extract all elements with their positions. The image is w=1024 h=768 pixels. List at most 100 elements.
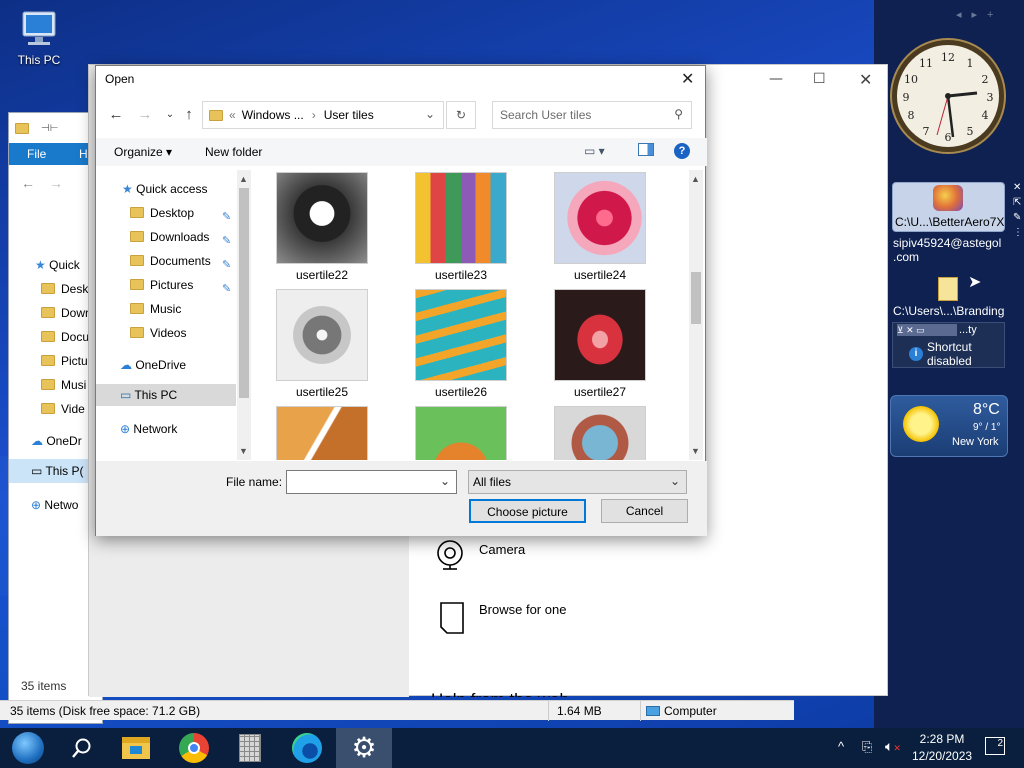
thumbnail-item[interactable]: usertile24 <box>554 172 646 282</box>
thumbnail-item[interactable]: usertile26 <box>415 289 507 399</box>
nav-quick-access[interactable]: ★ Quick access <box>122 178 207 200</box>
help-icon[interactable]: ? <box>674 143 690 159</box>
edge-icon[interactable] <box>287 732 327 764</box>
nav-music[interactable]: Music <box>130 298 181 320</box>
preview-pane-icon[interactable] <box>638 143 654 156</box>
gadget-toolbar-icon: ⊻ ✕ ▭ <box>897 324 957 336</box>
thumbnail-item[interactable]: usertile25 <box>276 289 368 399</box>
status-disk-space: 35 items (Disk free space: 71.2 GB) <box>10 704 201 718</box>
nav-scrollbar[interactable]: ▲ ▼ <box>237 170 251 460</box>
nav-onedrive[interactable]: ☁ OneDrive <box>120 354 186 376</box>
weather-gadget[interactable]: 8°C 9° / 1° New York <box>890 395 1008 457</box>
thumbnail-item[interactable] <box>415 406 507 460</box>
nav-desktop[interactable]: Desktop ✎ <box>130 202 231 224</box>
explorer-nav-documents[interactable]: Docu <box>41 330 89 344</box>
thumbnail-label: usertile25 <box>295 385 349 399</box>
search-input[interactable]: Search User tiles ⚲ <box>492 101 692 129</box>
search-icon[interactable] <box>62 732 102 764</box>
scroll-down-icon: ▼ <box>239 446 248 456</box>
close-button[interactable]: ✕ <box>859 70 872 89</box>
file-tab[interactable]: File <box>27 147 46 161</box>
explorer-nav-onedrive[interactable]: ☁ OneDr <box>31 434 82 448</box>
file-explorer-taskbar-icon[interactable] <box>116 732 156 764</box>
chevron-down-icon[interactable]: ⌄ <box>425 107 435 121</box>
pin-icon[interactable]: ⊣⊢ <box>41 123 58 134</box>
explorer-status-bar: 35 items (Disk free space: 71.2 GB) 1.64… <box>0 700 794 721</box>
forward-arrow-icon[interactable]: → <box>133 103 157 127</box>
notification-center-icon[interactable]: 2 <box>985 737 1005 755</box>
system-clock[interactable]: 2:28 PM 12/20/2023 <box>912 731 972 765</box>
nav-documents[interactable]: Documents ✎ <box>130 250 231 272</box>
nav-network[interactable]: ⊕ Network <box>120 418 177 440</box>
thumbnail-item[interactable] <box>554 406 646 460</box>
nav-videos[interactable]: Videos <box>130 322 186 344</box>
explorer-nav-videos[interactable]: Vide <box>41 402 85 416</box>
back-arrow-icon[interactable]: ← <box>104 103 128 127</box>
thumbnail-item[interactable]: usertile23 <box>415 172 507 282</box>
nav-pictures[interactable]: Pictures ✎ <box>130 274 231 296</box>
svg-text:1: 1 <box>967 57 974 70</box>
folder-icon <box>15 122 29 134</box>
choose-picture-button[interactable]: Choose picture <box>469 499 586 523</box>
address-bar[interactable]: « Windows ... › User tiles ⌄ <box>202 101 444 129</box>
explorer-nav-pictures[interactable]: Pictu <box>41 354 88 368</box>
thumbnail-image <box>554 289 646 381</box>
view-options-icon[interactable]: ▭ ▾ <box>584 144 605 158</box>
explorer-nav-desktop[interactable]: Desk <box>41 282 88 296</box>
organize-button[interactable]: Organize ▾ <box>114 145 172 159</box>
forward-arrow-icon[interactable]: → <box>49 175 63 191</box>
thumbnail-scrollbar[interactable]: ▲ ▼ <box>689 170 703 460</box>
camera-icon[interactable] <box>435 539 465 573</box>
sidebar-controls[interactable]: ◂▸+ <box>956 8 1003 21</box>
browse-file-icon[interactable] <box>439 601 465 635</box>
breadcrumb-item[interactable]: Windows ... <box>242 108 304 122</box>
taskbar: ⚙ ^ ⎘ 🔈︎✕ 2:28 PM 12/20/2023 2 <box>0 728 1024 768</box>
browse-option[interactable]: Browse for one <box>479 602 566 617</box>
breadcrumb-overflow[interactable]: « <box>229 108 236 122</box>
start-button[interactable] <box>8 732 48 764</box>
file-type-select[interactable]: All files ⌄ <box>468 470 687 494</box>
network-status-icon[interactable]: ⎘ <box>862 739 872 755</box>
dialog-close-icon[interactable]: ✕ <box>681 69 694 89</box>
up-arrow-icon[interactable]: ↑ <box>177 103 201 127</box>
refresh-icon[interactable]: ↻ <box>446 101 476 129</box>
maximize-button[interactable]: ☐ <box>813 71 826 87</box>
explorer-nav-music[interactable]: Musi <box>41 378 86 392</box>
minimize-button[interactable]: — <box>769 71 783 87</box>
breadcrumb-item[interactable]: User tiles <box>324 108 374 122</box>
file-type-value: All files <box>473 475 512 489</box>
thumbnail-label: usertile24 <box>573 268 627 282</box>
calculator-icon[interactable] <box>230 732 270 764</box>
gadget-side-controls[interactable]: ✕ ⇱ ✎ ⋮ <box>1013 180 1024 240</box>
back-arrow-icon[interactable]: ← <box>21 175 35 191</box>
nav-downloads[interactable]: Downloads ✎ <box>130 226 231 248</box>
cancel-button[interactable]: Cancel <box>601 499 688 523</box>
explorer-item-count: 35 items <box>21 679 67 693</box>
shortcut-gadget-betteraero[interactable]: C:\U...\BetterAero7X <box>892 182 1005 232</box>
search-icon: ⚲ <box>674 107 683 121</box>
volume-muted-icon[interactable]: 🔈︎✕ <box>885 738 901 755</box>
explorer-nav-downloads[interactable]: Dowr <box>41 306 89 320</box>
thumbnail-item[interactable]: usertile22 <box>276 172 368 282</box>
shortcut-disabled-gadget[interactable]: ⊻ ✕ ▭ ...ty i Shortcut disabled <box>892 322 1005 368</box>
home-tab[interactable]: H <box>79 147 88 161</box>
shortcut-gadget-branding[interactable]: ➤ C:\Users\...\Branding <box>892 272 1005 322</box>
clock-gadget[interactable]: 12 1 2 3 4 5 6 7 8 9 10 11 <box>892 40 1004 152</box>
thumbnail-image <box>276 406 368 460</box>
computer-icon: ▭ <box>120 388 132 402</box>
chrome-icon[interactable] <box>174 732 214 764</box>
this-pc-desktop-icon[interactable]: This PC <box>8 10 70 67</box>
camera-option[interactable]: Camera <box>479 542 525 557</box>
thumbnail-item[interactable] <box>276 406 368 460</box>
thumbnail-item[interactable]: usertile27 <box>554 289 646 399</box>
email-line: .com <box>893 250 920 264</box>
chevron-up-icon[interactable]: ^ <box>838 739 844 754</box>
explorer-nav-quick[interactable]: ★ Quick <box>35 258 80 272</box>
new-folder-button[interactable]: New folder <box>205 145 262 159</box>
chevron-down-icon[interactable]: ⌄ <box>440 474 450 488</box>
file-name-input[interactable]: ⌄ <box>286 470 457 494</box>
explorer-nav-network[interactable]: ⊕ Netwo <box>31 498 78 512</box>
settings-taskbar-icon[interactable]: ⚙ <box>336 728 392 768</box>
nav-this-pc[interactable]: ▭ This PC <box>96 384 236 406</box>
palette-icon <box>933 185 963 211</box>
